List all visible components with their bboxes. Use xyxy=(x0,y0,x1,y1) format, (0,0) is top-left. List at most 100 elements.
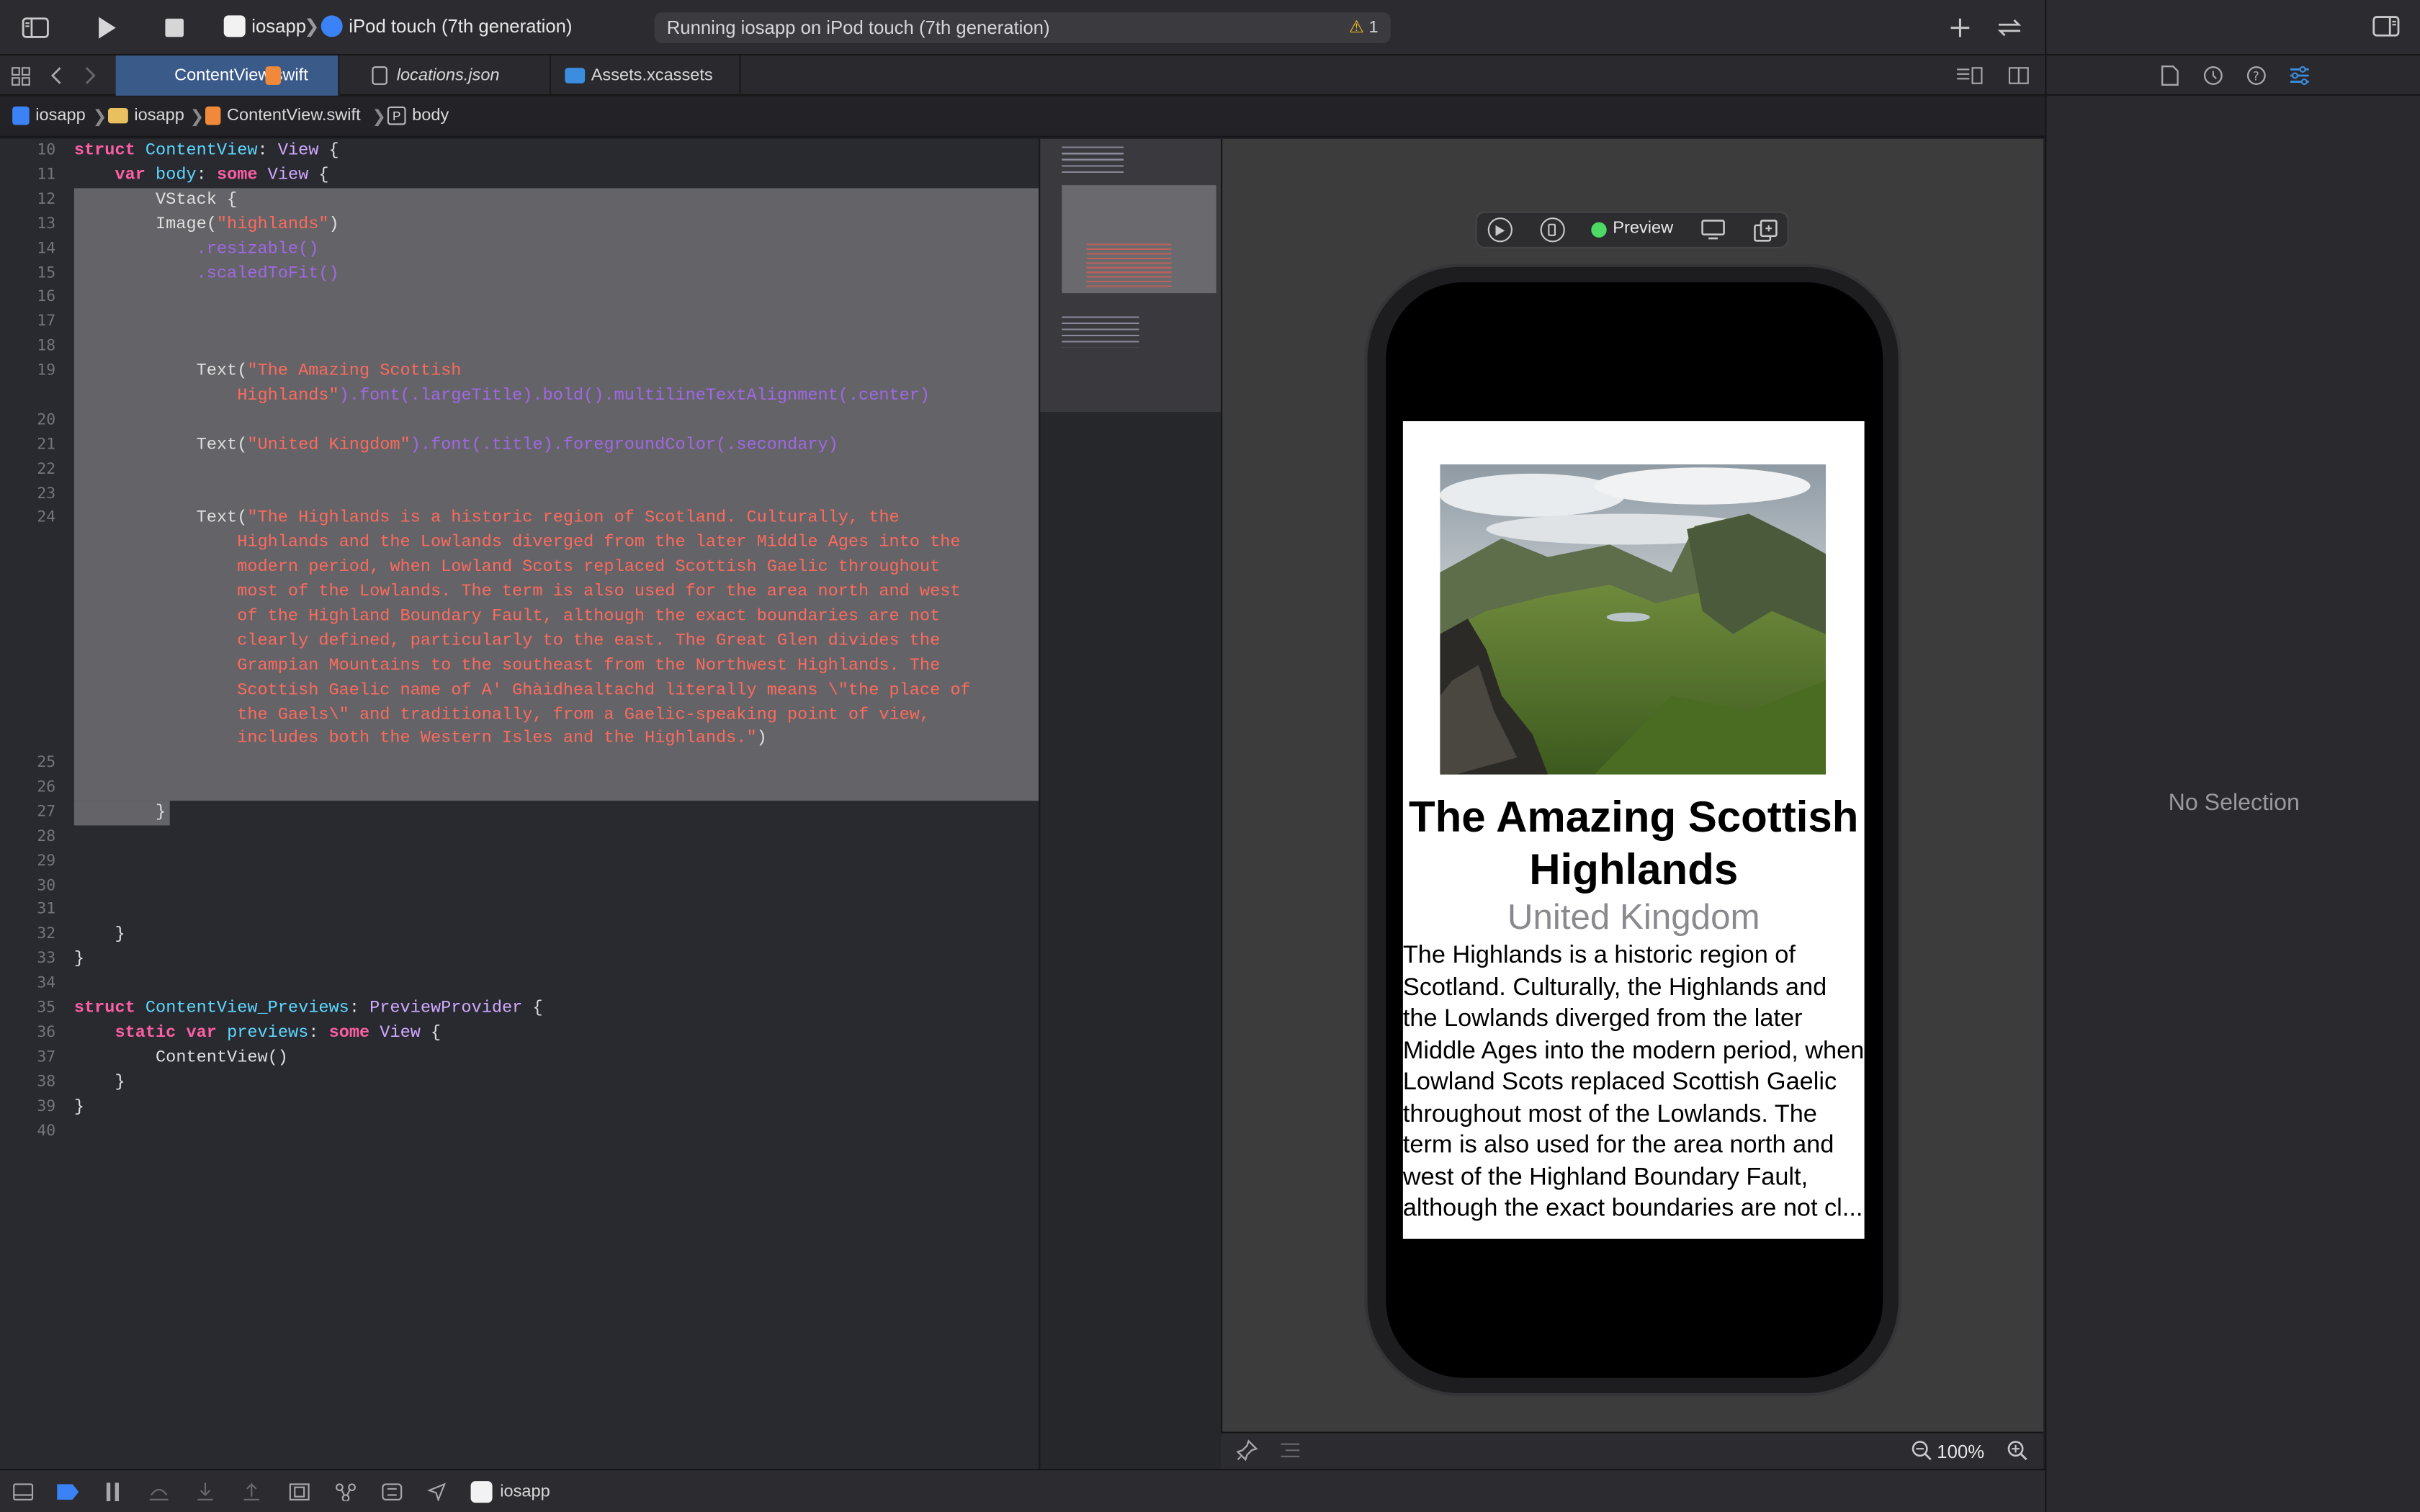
json-file-icon xyxy=(372,66,387,85)
code-token: Text( xyxy=(196,436,248,456)
minimap[interactable] xyxy=(1039,138,1223,1469)
play-icon[interactable] xyxy=(91,12,122,43)
line-number: 22 xyxy=(37,461,56,479)
history-inspector-icon[interactable] xyxy=(2202,65,2224,86)
code-token: of the Highland Boundary Fault, although… xyxy=(237,608,941,626)
swap-icon[interactable] xyxy=(1994,12,2025,43)
location-icon[interactable] xyxy=(427,1482,447,1501)
chevron-right-icon: ❯ xyxy=(92,108,107,127)
file-inspector-icon[interactable] xyxy=(2161,65,2179,86)
line-number: 32 xyxy=(37,925,56,943)
tab-contentview-swift[interactable]: ContentView.swift xyxy=(115,55,340,96)
folder-icon xyxy=(108,108,128,124)
highlands-image xyxy=(1440,464,1826,775)
pin-icon[interactable] xyxy=(1236,1439,1258,1462)
stop-icon[interactable] xyxy=(159,12,190,43)
tab-locations-json[interactable]: locations.json xyxy=(341,55,551,96)
code-line-21: Text("United Kingdom").font(.title).fore… xyxy=(74,436,838,455)
jump-label: iosapp xyxy=(134,106,184,125)
plus-icon[interactable] xyxy=(1945,12,1976,43)
code-line-24-cont: Highlands and the Lowlands diverged from… xyxy=(74,534,960,552)
code-line-24-cont: Scottish Gaelic name of A' Ghàidhealtach… xyxy=(74,682,971,701)
minimap-code xyxy=(1086,243,1172,287)
back-icon[interactable] xyxy=(42,60,73,91)
preview-label[interactable]: Preview xyxy=(1613,219,1673,238)
code-token: { xyxy=(522,999,543,1019)
editor-tab-bar: ContentView.swift locations.json Assets.… xyxy=(0,55,2045,96)
code-token: previews xyxy=(227,1024,309,1043)
pause-icon[interactable] xyxy=(105,1482,120,1501)
code-token: ).font(.title).foregroundColor(.secondar… xyxy=(410,436,838,456)
tab-assets-xcassets[interactable]: Assets.xcassets xyxy=(552,55,741,96)
inspector-toggle-icon[interactable] xyxy=(2372,15,2401,37)
navigator-toggle-icon[interactable] xyxy=(20,12,51,43)
add-editor-icon[interactable] xyxy=(2003,60,2034,91)
code-token: the Gaels\" and traditionally, from a Ga… xyxy=(237,706,931,726)
activity-status: Running iosapp on iPod touch (7th genera… xyxy=(654,12,1391,43)
attributes-inspector-icon[interactable] xyxy=(2289,65,2311,86)
view-hierarchy-icon[interactable] xyxy=(289,1482,310,1501)
device-preview-button[interactable] xyxy=(1540,217,1565,243)
scheme-selector[interactable]: iosapp xyxy=(251,15,306,37)
code-token: Scottish Gaelic name of A' Ghàidhealtach… xyxy=(237,682,971,701)
memory-graph-icon[interactable] xyxy=(335,1482,357,1501)
layout-options-icon[interactable] xyxy=(1279,1441,1301,1459)
code-token: "The Amazing Scottish xyxy=(247,362,462,382)
window-toolbar: iosapp ❯ iPod touch (7th generation) Run… xyxy=(0,0,2045,56)
code-line-10: struct ContentView: View { xyxy=(74,142,339,161)
line-number: 12 xyxy=(37,191,56,209)
code-token: ContentView() xyxy=(156,1049,288,1068)
forward-icon[interactable] xyxy=(74,60,105,91)
status-text: Running iosapp on iPod touch (7th genera… xyxy=(666,17,1050,39)
jump-item-group[interactable]: iosapp xyxy=(108,107,184,125)
swift-file-icon xyxy=(205,106,221,125)
tab-label: locations.json xyxy=(396,66,500,85)
code-line-14: .resizable() xyxy=(74,240,319,259)
destination-selector[interactable]: iPod touch (7th generation) xyxy=(349,15,572,37)
code-token: Image( xyxy=(156,216,217,235)
code-token: "highlands" xyxy=(216,216,329,235)
code-line-24-cont: of the Highland Boundary Fault, although… xyxy=(74,608,940,626)
line-number: 23 xyxy=(37,486,56,503)
code-token: : xyxy=(308,1024,329,1043)
live-preview-button[interactable] xyxy=(1487,217,1512,243)
app-icon xyxy=(223,15,246,37)
step-over-icon[interactable] xyxy=(148,1482,170,1501)
step-into-icon[interactable] xyxy=(196,1482,215,1501)
zoom-level[interactable]: 100% xyxy=(1937,1441,1984,1462)
debug-target-label[interactable]: iosapp xyxy=(500,1482,550,1501)
line-number: 11 xyxy=(37,166,56,184)
code-token: ContentView_Previews xyxy=(145,999,349,1019)
code-line-27: } xyxy=(74,804,166,822)
step-out-icon[interactable] xyxy=(242,1482,261,1501)
tab-label: ContentView.swift xyxy=(174,66,308,85)
chevron-right-icon: ❯ xyxy=(189,108,205,127)
line-number: 19 xyxy=(37,362,56,380)
grid-icon[interactable] xyxy=(4,60,35,91)
environment-overrides-icon[interactable] xyxy=(381,1482,403,1501)
duplicate-preview-icon[interactable] xyxy=(1753,219,1778,243)
debug-bar: iosapp xyxy=(0,1468,2045,1512)
jump-item-symbol[interactable]: P body xyxy=(387,106,449,125)
zoom-out-icon[interactable] xyxy=(1911,1439,1932,1461)
code-token: .scaledToFit() xyxy=(196,265,339,284)
line-number: 16 xyxy=(37,288,56,306)
jump-item-file[interactable]: ContentView.swift xyxy=(205,106,361,125)
warning-badge[interactable]: ⚠ 1 xyxy=(1349,17,1379,37)
code-token: : xyxy=(257,142,278,161)
zoom-in-icon[interactable] xyxy=(2007,1439,2028,1461)
preview-subtitle: United Kingdom xyxy=(1507,896,1760,937)
source-editor[interactable]: 10 11 12 13 14 15 16 17 18 19 20 21 22 23 24 25 26 27 28 29… xyxy=(0,138,1039,1469)
jump-bar: iosapp ❯ iosapp ❯ ContentView.swift ❯ P … xyxy=(0,97,2045,138)
code-token: } xyxy=(115,1074,125,1093)
preview-content: The Amazing Scottish Highlands United Ki… xyxy=(1402,421,1865,1239)
hide-debug-area-icon[interactable] xyxy=(12,1482,34,1501)
help-inspector-icon[interactable]: ? xyxy=(2246,65,2267,86)
line-number: 26 xyxy=(37,779,56,796)
breakpoints-icon[interactable] xyxy=(55,1482,80,1501)
code-token: .resizable() xyxy=(196,240,319,259)
device-settings-icon[interactable] xyxy=(1700,219,1725,240)
line-number: 14 xyxy=(37,240,56,258)
jump-item-project[interactable]: iosapp xyxy=(12,106,86,125)
editor-options-icon[interactable] xyxy=(1954,60,1985,91)
